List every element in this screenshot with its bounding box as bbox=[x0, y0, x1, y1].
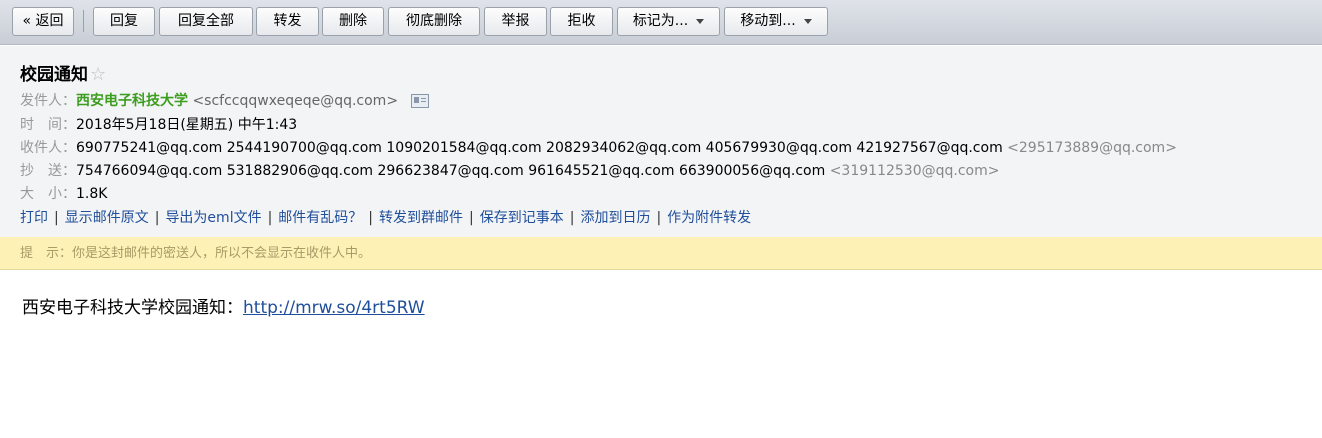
to-recipients: 690775241@qq.com 2544190700@qq.com 10902… bbox=[76, 140, 1003, 156]
toolbar: « 返回 回复 回复全部 转发 删除 彻底删除 举报 拒收 标记为... 移动到… bbox=[0, 0, 1322, 45]
mail-size: 1.8K bbox=[76, 186, 108, 202]
reject-button[interactable]: 拒收 bbox=[550, 7, 613, 36]
time-row: 时 间：2018年5月18日(星期五) 中午1:43 bbox=[20, 115, 297, 135]
cc-extra-recipient: <319112530@qq.com> bbox=[829, 163, 1000, 179]
contact-card-icon[interactable] bbox=[410, 94, 429, 108]
mail-time: 2018年5月18日(星期五) 中午1:43 bbox=[76, 117, 298, 133]
action-separator: | bbox=[469, 210, 474, 226]
mark-as-label: 标记为... bbox=[632, 13, 689, 29]
action-separator: | bbox=[656, 210, 662, 226]
save-notes-link[interactable]: 保存到记事本 bbox=[480, 210, 564, 226]
mail-subject: 校园通知 ☆ bbox=[20, 60, 106, 85]
forward-group-link[interactable]: 转发到群邮件 bbox=[379, 210, 463, 226]
forward-button[interactable]: 转发 bbox=[256, 7, 319, 36]
reply-all-button[interactable]: 回复全部 bbox=[159, 7, 253, 36]
move-to-label: 移动到... bbox=[740, 13, 796, 29]
mail-body: 西安电子科技大学校园通知：http://mrw.so/4rt5RW bbox=[22, 293, 425, 318]
to-row: 收件人：690775241@qq.com 2544190700@qq.com 1… bbox=[20, 138, 1177, 158]
action-separator: | bbox=[569, 210, 575, 226]
mail-header: 校园通知 ☆ 发件人：西安电子科技大学 <scfccqqwxeqeqe@qq.co… bbox=[0, 46, 1322, 237]
delete-permanently-button[interactable]: 彻底删除 bbox=[388, 7, 480, 36]
chevron-down-icon bbox=[696, 18, 705, 24]
body-link[interactable]: http://mrw.so/4rt5RW bbox=[243, 298, 425, 318]
tip-text: 你是这封邮件的密送人，所以不会显示在收件人中。 bbox=[72, 246, 372, 261]
cc-row: 抄 送：754766094@qq.com 531882906@qq.com 29… bbox=[20, 161, 999, 181]
cc-label: 抄 送： bbox=[20, 163, 76, 179]
add-calendar-link[interactable]: 添加到日历 bbox=[580, 210, 650, 226]
move-to-dropdown[interactable]: 移动到... bbox=[724, 7, 828, 36]
size-row: 大 小：1.8K bbox=[20, 184, 107, 204]
delete-button[interactable]: 删除 bbox=[322, 7, 384, 36]
body-text: 西安电子科技大学校园通知： bbox=[22, 298, 243, 318]
action-separator: | bbox=[154, 210, 160, 226]
report-button[interactable]: 举报 bbox=[484, 7, 547, 36]
chevron-down-icon bbox=[803, 18, 812, 24]
tip-label: 提 示： bbox=[20, 246, 73, 261]
forward-attachment-link[interactable]: 作为附件转发 bbox=[667, 210, 751, 226]
star-icon[interactable]: ☆ bbox=[90, 64, 106, 85]
toolbar-separator bbox=[83, 10, 84, 32]
export-eml-link[interactable]: 导出为eml文件 bbox=[165, 210, 261, 226]
action-separator: | bbox=[54, 210, 59, 226]
bcc-tip-bar: 提 示：你是这封邮件的密送人，所以不会显示在收件人中。 bbox=[0, 237, 1322, 270]
subject-text: 校园通知 bbox=[20, 65, 88, 85]
back-button[interactable]: « 返回 bbox=[12, 7, 74, 36]
cc-recipients: 754766094@qq.com 531882906@qq.com 296623… bbox=[76, 163, 826, 179]
to-extra-recipient: <295173889@qq.com> bbox=[1007, 140, 1177, 156]
mail-actions: 打印 | 显示邮件原文 | 导出为eml文件 | 邮件有乱码？ | 转发到群邮件 | 保存到记事本 |… bbox=[20, 207, 751, 227]
time-label: 时 间： bbox=[20, 117, 76, 133]
to-label: 收件人： bbox=[20, 140, 76, 156]
reply-button[interactable]: 回复 bbox=[93, 7, 155, 36]
sender-name[interactable]: 西安电子科技大学 bbox=[76, 93, 188, 109]
size-label: 大 小： bbox=[20, 186, 76, 202]
sender-email: <scfccqqwxeqeqe@qq.com> bbox=[192, 93, 399, 109]
garbled-text-link[interactable]: 邮件有乱码？ bbox=[278, 210, 362, 226]
action-separator: | bbox=[267, 210, 273, 226]
print-link[interactable]: 打印 bbox=[20, 210, 48, 226]
sender-label: 发件人： bbox=[20, 93, 76, 109]
mark-as-dropdown[interactable]: 标记为... bbox=[617, 7, 720, 36]
sender-row: 发件人：西安电子科技大学 <scfccqqwxeqeqe@qq.com> bbox=[20, 91, 429, 111]
action-separator: | bbox=[368, 210, 374, 226]
show-source-link[interactable]: 显示邮件原文 bbox=[65, 210, 149, 226]
